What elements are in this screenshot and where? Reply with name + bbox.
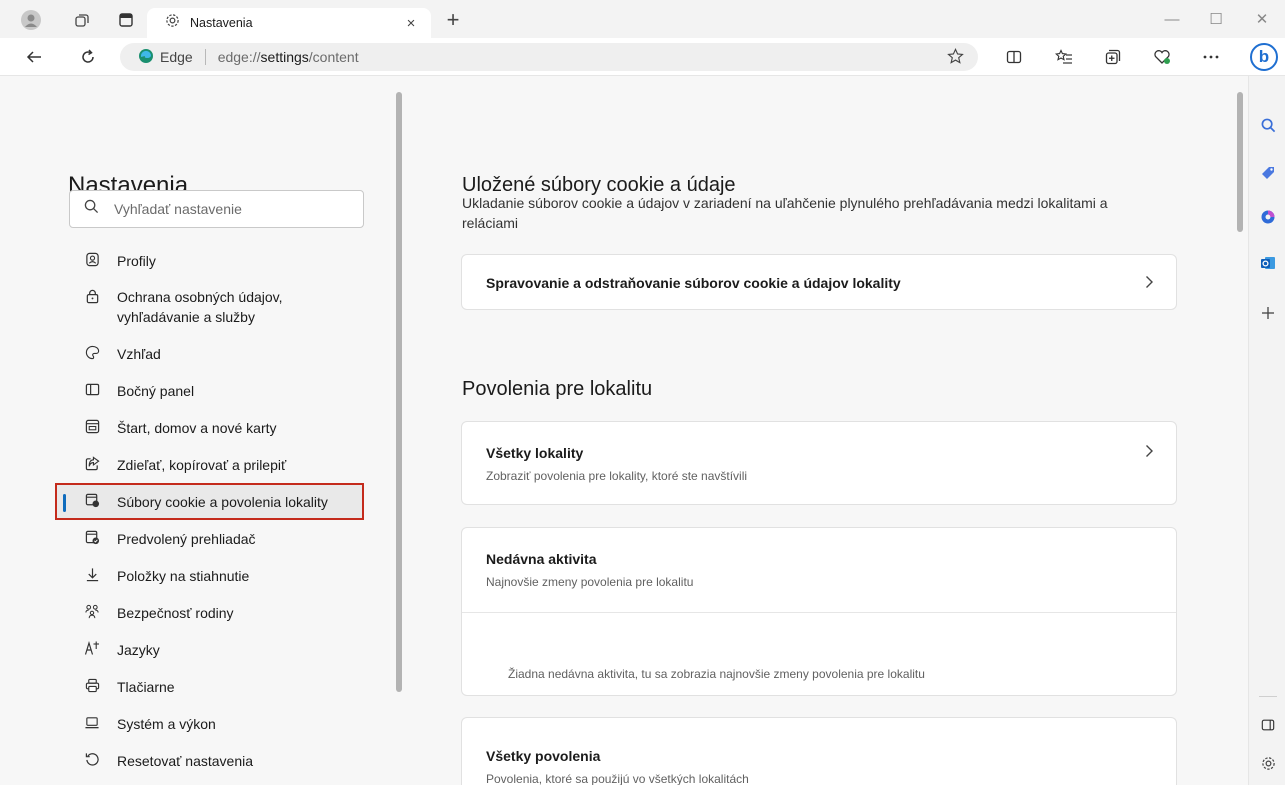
all-sites-subtitle: Zobraziť povolenia pre lokality, ktoré s… (486, 469, 748, 483)
printer-icon (83, 678, 101, 696)
chevron-right-icon (1145, 275, 1154, 292)
office-icon[interactable] (1257, 206, 1279, 228)
browser-icon (83, 530, 101, 548)
bing-copilot-button[interactable]: b (1250, 43, 1278, 71)
outlook-icon[interactable] (1257, 252, 1279, 274)
sidebar-item-default-browser[interactable]: Predvolený prehliadač (71, 520, 411, 557)
palette-icon (83, 345, 101, 363)
search-input[interactable] (114, 201, 354, 217)
sidebar-item-languages[interactable]: Jazyky (71, 631, 411, 668)
recent-activity-title: Nedávna aktivita (486, 551, 597, 567)
hide-sidebar-icon[interactable] (1257, 714, 1279, 736)
profile-icon (83, 252, 101, 270)
address-bar[interactable]: Edge edge://settings/content (120, 43, 978, 71)
sidebar-item-system[interactable]: Systém a výkon (71, 705, 411, 742)
cookies-section-description: Ukladanie súborov cookie a údajov v zari… (462, 195, 1108, 231)
edge-logo-icon (138, 48, 154, 67)
home-icon (83, 419, 101, 437)
family-icon (83, 604, 101, 622)
address-separator (204, 49, 206, 65)
profile-avatar-icon[interactable] (20, 9, 42, 31)
favorite-star-icon[interactable] (947, 48, 964, 70)
tab-close-button[interactable]: × (401, 15, 421, 32)
address-toolbar: Edge edge://settings/content b (0, 38, 1285, 76)
minimize-button[interactable]: — (1149, 6, 1195, 32)
recent-activity-card: Nedávna aktivita Najnovšie zmeny povolen… (461, 527, 1177, 696)
all-permissions-title: Všetky povolenia (486, 748, 601, 764)
permissions-section-title: Povolenia pre lokalitu (462, 378, 653, 400)
split-screen-icon[interactable] (1002, 46, 1026, 68)
sidebar-item-cookies[interactable]: Súbory cookie a povolenia lokality (55, 483, 364, 520)
recent-activity-empty-text: Žiadna nedávna aktivita, tu sa zobrazia … (508, 667, 925, 681)
workspaces-icon[interactable] (71, 9, 93, 31)
close-window-button[interactable]: ✕ (1239, 6, 1285, 32)
recent-activity-subtitle: Najnovšie zmeny povolenia pre lokalitu (486, 575, 694, 589)
more-options-icon[interactable] (1199, 46, 1223, 68)
edge-sidebar (1248, 76, 1285, 785)
sidebar-item-downloads[interactable]: Položky na stiahnutie (71, 557, 411, 594)
sidebar-item-printers[interactable]: Tlačiarne (71, 668, 411, 705)
settings-gear-icon[interactable] (1257, 752, 1279, 774)
gear-icon (165, 13, 180, 33)
reset-icon (83, 752, 101, 770)
sidebar-item-privacy[interactable]: Ochrana osobných údajov, vyhľadávanie a … (71, 279, 411, 335)
search-icon[interactable] (1257, 114, 1279, 136)
new-tab-button[interactable]: + (440, 9, 466, 31)
manage-cookies-card[interactable]: Spravovanie a odstraňovanie súborov cook… (461, 254, 1177, 310)
settings-search-box[interactable] (69, 190, 364, 228)
collections-icon[interactable] (1101, 46, 1125, 68)
refresh-button[interactable] (76, 46, 100, 68)
sidebar-item-profiles[interactable]: Profily (71, 242, 411, 279)
all-sites-title: Všetky lokality (486, 445, 584, 461)
tab-settings[interactable]: Nastavenia × (147, 8, 431, 38)
lock-icon (83, 289, 101, 307)
tab-title: Nastavenia (190, 16, 253, 30)
tab-actions-icon[interactable] (115, 9, 137, 31)
address-url: edge://settings/content (217, 49, 359, 65)
add-icon[interactable] (1257, 302, 1279, 324)
laptop-icon (83, 715, 101, 733)
nav-scrollbar[interactable] (396, 92, 402, 692)
all-sites-card[interactable]: Všetky lokality Zobraziť povolenia pre l… (461, 421, 1177, 505)
chevron-right-icon (1145, 444, 1154, 461)
sidebar-icon (83, 382, 101, 400)
sidebar-item-sidebar[interactable]: Bočný panel (71, 372, 411, 409)
sidebar-item-start-home[interactable]: Štart, domov a nové karty (71, 409, 411, 446)
manage-cookies-label: Spravovanie a odstraňovanie súborov cook… (486, 275, 901, 291)
sidebar-item-share[interactable]: Zdieľať, kopírovať a prilepiť (71, 446, 411, 483)
sidebar-item-appearance[interactable]: Vzhľad (71, 335, 411, 372)
all-permissions-card[interactable]: Všetky povolenia Povolenia, ktoré sa pou… (461, 717, 1177, 785)
sidebar-item-family-safety[interactable]: Bezpečnosť rodiny (71, 594, 411, 631)
site-identity-label: Edge (160, 49, 193, 65)
maximize-button[interactable]: ☐ (1193, 6, 1239, 32)
language-icon (83, 640, 101, 659)
sidebar-divider (1259, 696, 1277, 697)
settings-nav-list: Profily Ochrana osobných údajov, vyhľadá… (55, 242, 411, 779)
search-icon (84, 199, 102, 219)
back-button[interactable] (22, 46, 46, 68)
cookie-icon (83, 493, 101, 511)
share-icon (83, 455, 101, 474)
browser-essentials-icon[interactable] (1150, 46, 1174, 68)
favorites-icon[interactable] (1052, 46, 1076, 68)
sidebar-item-reset[interactable]: Resetovať nastavenia (71, 742, 411, 779)
all-permissions-subtitle: Povolenia, ktoré sa použijú vo všetkých … (486, 772, 749, 785)
title-bar: Nastavenia × + — ☐ ✕ (0, 0, 1285, 38)
download-icon (83, 567, 101, 585)
content-scrollbar[interactable] (1237, 92, 1243, 232)
shopping-tag-icon[interactable] (1257, 162, 1279, 184)
